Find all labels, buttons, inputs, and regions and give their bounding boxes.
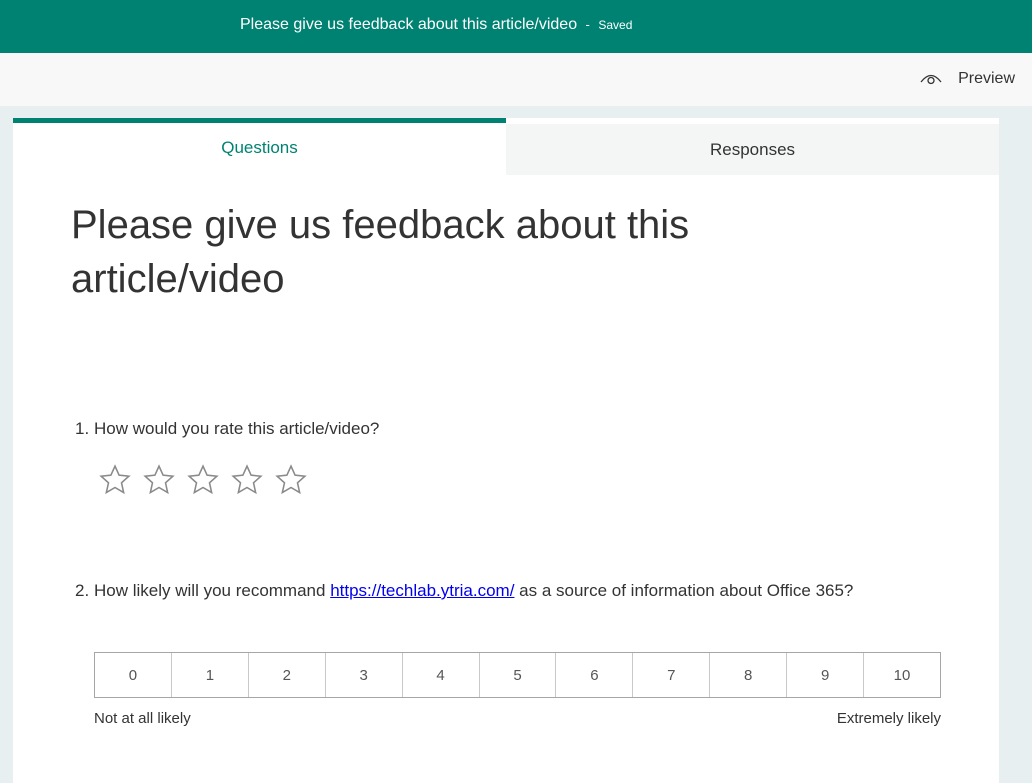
- toolbar: Preview: [0, 53, 1032, 106]
- nps-high-label: Extremely likely: [836, 710, 941, 727]
- app-header-bar: Please give us feedback about this artic…: [0, 0, 1032, 53]
- nps-option[interactable]: 4: [403, 653, 480, 697]
- tab-responses[interactable]: Responses: [506, 124, 999, 175]
- star-icon: [187, 464, 219, 495]
- rating-star[interactable]: [142, 458, 186, 502]
- question-text: How likely will you recommand https://te…: [94, 578, 955, 604]
- form-title[interactable]: Please give us feedback about this artic…: [71, 198, 791, 306]
- nps-option[interactable]: 1: [172, 653, 249, 697]
- nps-option[interactable]: 0: [95, 653, 172, 697]
- question-text-after: as a source of information about Office …: [514, 581, 854, 600]
- preview-button[interactable]: Preview: [920, 70, 1015, 88]
- star-icon: [231, 464, 263, 495]
- nps-option[interactable]: 10: [864, 653, 940, 697]
- nps-low-label: Not at all likely: [94, 710, 191, 727]
- nps-option[interactable]: 6: [556, 653, 634, 697]
- question-number: 1.: [75, 419, 90, 438]
- nps-option[interactable]: 9: [787, 653, 865, 697]
- header-form-title[interactable]: Please give us feedback about this artic…: [240, 16, 577, 33]
- question-text: How would you rate this article/video?: [94, 419, 380, 438]
- question-number: 2.: [75, 581, 90, 600]
- question-1[interactable]: 1. How would you rate this article/video…: [75, 416, 955, 442]
- eye-icon: [920, 74, 942, 85]
- nps-option[interactable]: 5: [480, 653, 557, 697]
- form-editor-panel: Questions Responses Please give us feedb…: [13, 118, 999, 783]
- nps-option[interactable]: 8: [710, 653, 788, 697]
- preview-label: Preview: [958, 70, 1015, 87]
- question-text-before: How likely will you recommand: [94, 581, 331, 600]
- nps-option[interactable]: 2: [249, 653, 326, 697]
- nps-scale: 0 1 2 3 4 5 6 7 8 9 10: [94, 652, 941, 698]
- save-status: Saved: [598, 18, 633, 32]
- techlab-link[interactable]: https://techlab.ytria.com/: [330, 581, 514, 600]
- star-rating: [98, 458, 318, 502]
- star-icon: [275, 464, 307, 495]
- tab-questions[interactable]: Questions: [13, 118, 506, 175]
- rating-star[interactable]: [98, 458, 142, 502]
- question-2[interactable]: 2. How likely will you recommand https:/…: [75, 578, 955, 604]
- rating-star[interactable]: [230, 458, 274, 502]
- nps-option[interactable]: 7: [633, 653, 711, 697]
- header-separator: -: [585, 17, 590, 32]
- header-title-group: Please give us feedback about this artic…: [240, 16, 632, 34]
- star-icon: [143, 464, 175, 495]
- nps-labels: Not at all likely Extremely likely: [94, 710, 941, 727]
- rating-star[interactable]: [274, 458, 318, 502]
- nps-option[interactable]: 3: [326, 653, 403, 697]
- star-icon: [99, 464, 131, 495]
- rating-star[interactable]: [186, 458, 230, 502]
- tab-bar: Questions Responses: [13, 118, 999, 175]
